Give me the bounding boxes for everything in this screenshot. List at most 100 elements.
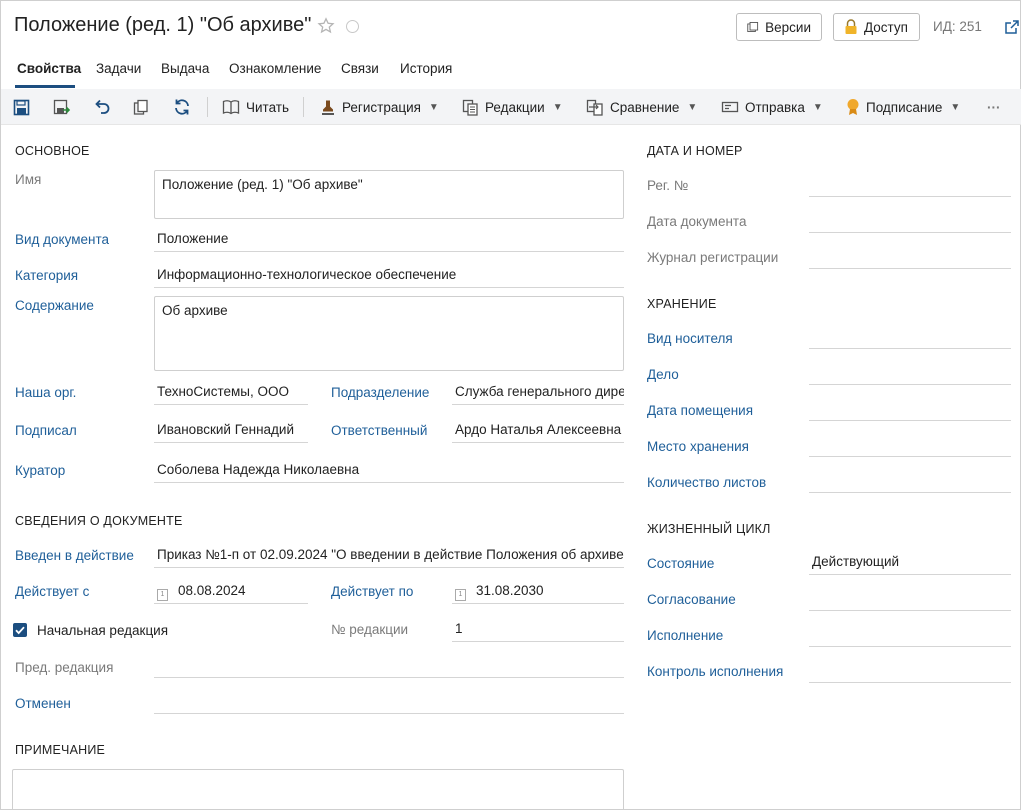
more-button[interactable]: ··· xyxy=(987,89,1001,125)
execution-field[interactable] xyxy=(809,623,1011,647)
stamp-icon xyxy=(322,100,334,115)
enacted-label[interactable]: Введен в действие xyxy=(15,548,134,563)
doc-type-label[interactable]: Вид документа xyxy=(15,232,109,247)
save-close-button[interactable] xyxy=(53,89,71,125)
lock-icon xyxy=(845,19,857,34)
chevron-down-icon: ▼ xyxy=(812,101,823,113)
access-label: Доступ xyxy=(864,19,908,35)
undo-button[interactable] xyxy=(93,89,111,125)
curator-label[interactable]: Куратор xyxy=(15,463,65,478)
approval-label[interactable]: Согласование xyxy=(647,592,736,607)
read-label: Читать xyxy=(246,99,289,115)
journal-field[interactable] xyxy=(809,245,1011,269)
section-date-number: ДАТА И НОМЕР xyxy=(647,144,743,158)
valid-from-label[interactable]: Действует с xyxy=(15,584,89,599)
book-icon xyxy=(222,100,240,115)
initial-edition-checkbox[interactable] xyxy=(13,623,27,637)
edition-no-field[interactable]: 1 xyxy=(452,618,624,642)
tab-acquaintance[interactable]: Ознакомление xyxy=(229,61,321,76)
tab-properties[interactable]: Свойства xyxy=(17,61,81,76)
save-button[interactable] xyxy=(13,89,30,125)
document-id: ИД: 251 xyxy=(933,19,982,34)
registration-button[interactable]: Регистрация ▼ xyxy=(320,89,439,125)
sheets-label[interactable]: Количество листов xyxy=(647,475,766,490)
case-label[interactable]: Дело xyxy=(647,367,679,382)
placed-date-field[interactable] xyxy=(809,397,1011,421)
media-label[interactable]: Вид носителя xyxy=(647,331,733,346)
category-field[interactable]: Информационно-технологическое обеспечени… xyxy=(154,264,624,288)
chevron-down-icon: ▼ xyxy=(950,101,961,113)
valid-to-value: 31.08.2030 xyxy=(476,583,544,598)
journal-label: Журнал регистрации xyxy=(647,250,779,265)
enacted-field[interactable]: Приказ №1-п от 02.09.2024 "О введении в … xyxy=(154,544,624,568)
exec-control-field[interactable] xyxy=(809,659,1011,683)
tab-tasks[interactable]: Задачи xyxy=(96,61,141,76)
tab-history[interactable]: История xyxy=(400,61,452,76)
send-button[interactable]: Отправка ▼ xyxy=(721,89,823,125)
signing-button[interactable]: Подписание ▼ xyxy=(846,89,960,125)
note-field[interactable] xyxy=(12,769,624,810)
category-label[interactable]: Категория xyxy=(15,268,78,283)
name-field[interactable]: Положение (ред. 1) "Об архиве" xyxy=(154,170,624,219)
state-label[interactable]: Состояние xyxy=(647,556,714,571)
calendar-icon[interactable]: 1 xyxy=(157,589,168,601)
versions-button[interactable]: Версии xyxy=(736,13,822,41)
refresh-button[interactable] xyxy=(173,89,191,125)
star-icon[interactable] xyxy=(317,17,335,35)
tab-links[interactable]: Связи xyxy=(341,61,379,76)
chevron-down-icon: ▼ xyxy=(428,101,439,113)
signed-field[interactable]: Ивановский Геннадий xyxy=(154,419,308,443)
approval-field[interactable] xyxy=(809,587,1011,611)
valid-to-field[interactable]: 1 31.08.2030 xyxy=(452,580,624,604)
editions-button[interactable]: Редакции ▼ xyxy=(462,89,563,125)
registration-label: Регистрация xyxy=(342,99,421,115)
section-note: ПРИМЕЧАНИЕ xyxy=(15,743,106,757)
exec-control-label[interactable]: Контроль исполнения xyxy=(647,664,783,679)
access-button[interactable]: Доступ xyxy=(833,13,920,41)
send-icon xyxy=(721,101,739,113)
cancelled-field[interactable] xyxy=(154,690,624,714)
state-field[interactable]: Действующий xyxy=(809,551,1011,575)
execution-label[interactable]: Исполнение xyxy=(647,628,723,643)
cancelled-label[interactable]: Отменен xyxy=(15,696,71,711)
signing-label: Подписание xyxy=(866,99,943,115)
case-field[interactable] xyxy=(809,361,1011,385)
open-external-icon[interactable] xyxy=(1004,19,1020,35)
compare-button[interactable]: Сравнение ▼ xyxy=(586,89,697,125)
reg-no-label: Рег. № xyxy=(647,178,689,193)
signed-label[interactable]: Подписал xyxy=(15,423,77,438)
curator-field[interactable]: Соболева Надежда Николаевна xyxy=(154,459,624,483)
department-label[interactable]: Подразделение xyxy=(331,385,429,400)
sheets-field[interactable] xyxy=(809,469,1011,493)
our-org-label[interactable]: Наша орг. xyxy=(15,385,76,400)
valid-from-field[interactable]: 1 08.08.2024 xyxy=(154,580,308,604)
refresh-icon xyxy=(175,99,189,115)
responsible-label[interactable]: Ответственный xyxy=(331,423,427,438)
doc-date-label: Дата документа xyxy=(647,214,747,229)
checkmark-icon xyxy=(15,626,25,635)
content-label[interactable]: Содержание xyxy=(15,298,94,313)
section-doc-info: СВЕДЕНИЯ О ДОКУМЕНТЕ xyxy=(15,514,183,528)
toolbar: Читать Регистрация ▼ Редакции ▼ Сравнени… xyxy=(1,89,1021,125)
storage-place-label[interactable]: Место хранения xyxy=(647,439,749,454)
calendar-icon[interactable]: 1 xyxy=(455,589,466,601)
responsible-field[interactable]: Ардо Наталья Алексеевна xyxy=(452,419,624,443)
department-field[interactable]: Служба генерального директора xyxy=(452,381,624,405)
copy-icon xyxy=(133,99,148,115)
reg-no-field[interactable] xyxy=(809,173,1011,197)
valid-to-label[interactable]: Действует по xyxy=(331,584,413,599)
copy-button[interactable] xyxy=(133,89,149,125)
doc-date-field[interactable] xyxy=(809,209,1011,233)
initial-edition-label[interactable]: Начальная редакция xyxy=(37,623,168,638)
tab-issuance[interactable]: Выдача xyxy=(161,61,209,76)
media-field[interactable] xyxy=(809,325,1011,349)
status-circle-icon[interactable] xyxy=(346,20,359,33)
storage-place-field[interactable] xyxy=(809,433,1011,457)
seal-icon xyxy=(847,99,859,115)
read-button[interactable]: Читать xyxy=(222,89,289,125)
placed-date-label[interactable]: Дата помещения xyxy=(647,403,753,418)
content-field[interactable]: Об архиве xyxy=(154,296,624,371)
doc-type-field[interactable]: Положение xyxy=(154,228,624,252)
prev-edition-field[interactable] xyxy=(154,654,624,678)
our-org-field[interactable]: ТехноСистемы, ООО xyxy=(154,381,308,405)
